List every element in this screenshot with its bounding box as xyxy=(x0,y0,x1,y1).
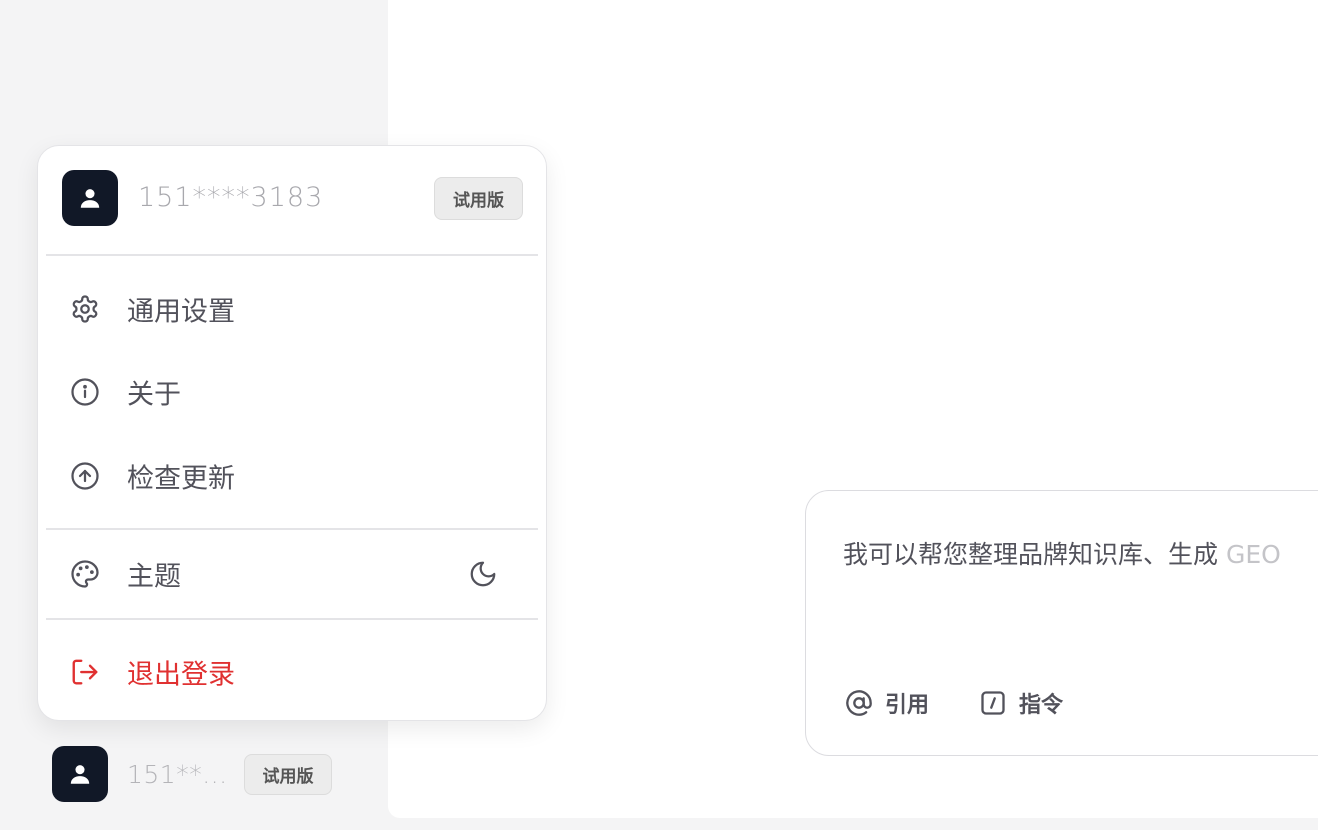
menu-item-label: 退出登录 xyxy=(127,659,235,691)
composer-placeholder[interactable]: 我可以帮您整理品牌知识库、生成 GEO xyxy=(843,535,1281,571)
menu-item-logout[interactable]: 退出登录 xyxy=(46,637,538,707)
sidebar-user-card[interactable]: 151**... 试用版 xyxy=(52,746,342,802)
command-button-label: 指令 xyxy=(1019,693,1064,718)
user-phone-truncated: 151**... xyxy=(127,760,228,789)
plan-badge: 试用版 xyxy=(434,177,523,220)
divider xyxy=(46,528,538,530)
arrow-up-circle-icon xyxy=(68,459,102,493)
menu-item-check-update[interactable]: 检查更新 xyxy=(46,441,538,511)
avatar xyxy=(52,746,108,802)
menu-item-general-settings[interactable]: 通用设置 xyxy=(46,274,538,344)
moon-icon[interactable] xyxy=(466,557,500,591)
info-icon xyxy=(68,375,102,409)
divider xyxy=(46,618,538,620)
avatar xyxy=(62,170,118,226)
menu-item-about[interactable]: 关于 xyxy=(46,357,538,427)
menu-item-label: 通用设置 xyxy=(127,296,235,328)
gear-icon xyxy=(68,292,102,326)
quote-button[interactable]: 引用 xyxy=(845,687,929,719)
user-phone: 151****3183 xyxy=(138,182,324,213)
account-menu-header: 151****3183 试用版 xyxy=(38,146,546,256)
at-icon xyxy=(846,690,872,716)
menu-item-theme[interactable]: 主题 xyxy=(46,539,538,609)
menu-item-label: 检查更新 xyxy=(127,463,235,495)
logout-icon xyxy=(68,655,102,689)
user-icon xyxy=(70,765,90,784)
placeholder-text: 我可以帮您整理品牌知识库、生成 xyxy=(843,540,1226,569)
plan-badge: 试用版 xyxy=(244,754,332,795)
menu-item-label: 主题 xyxy=(127,561,181,593)
slash-command-icon xyxy=(981,691,1005,715)
command-button[interactable]: 指令 xyxy=(979,687,1063,719)
account-menu: 151****3183 试用版 通用设置 关于 检查更新 主题 退出登录 xyxy=(37,145,547,721)
palette-icon xyxy=(68,557,102,591)
chat-composer[interactable]: 我可以帮您整理品牌知识库、生成 GEO 引用 指令 xyxy=(805,490,1318,756)
quote-button-label: 引用 xyxy=(885,693,930,718)
menu-item-label: 关于 xyxy=(127,379,181,411)
user-icon xyxy=(80,189,100,208)
divider xyxy=(46,254,538,256)
placeholder-tail: GEO xyxy=(1225,540,1281,569)
